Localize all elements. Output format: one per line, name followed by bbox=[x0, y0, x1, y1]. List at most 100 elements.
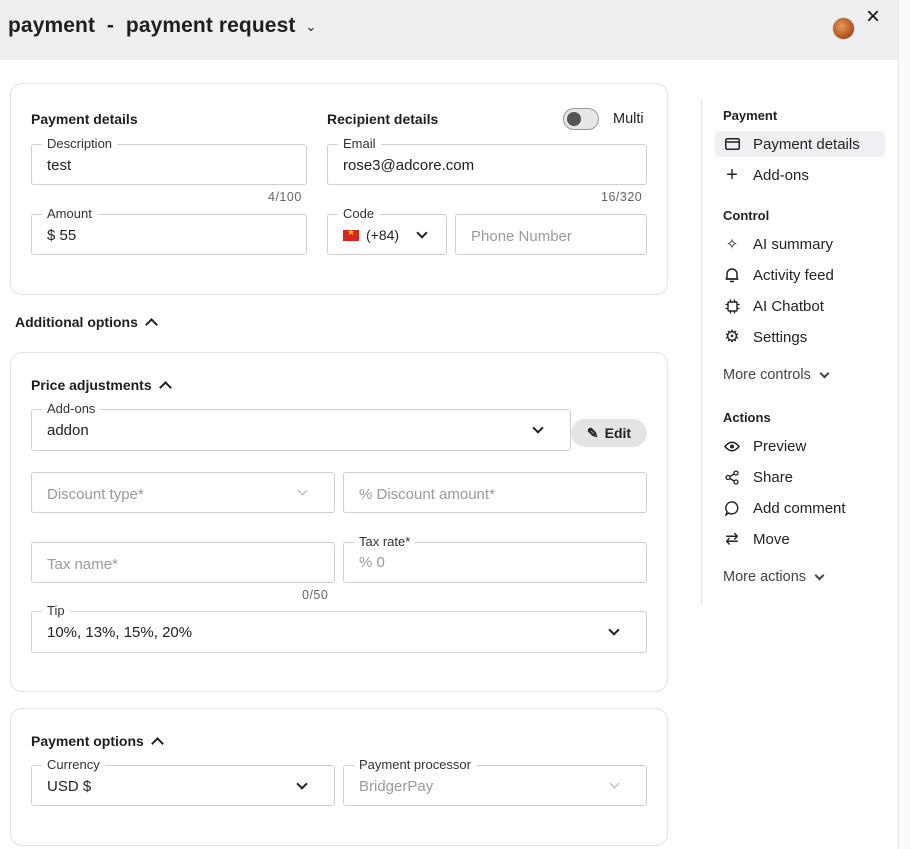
addons-value: addon bbox=[47, 422, 89, 439]
nav-label: Add-ons bbox=[753, 166, 809, 184]
avatar[interactable] bbox=[832, 17, 855, 40]
move-icon: ⇄ bbox=[725, 531, 739, 548]
amount-label: Amount bbox=[42, 206, 97, 221]
nav-label: AI Chatbot bbox=[753, 297, 824, 315]
more-controls-dropdown[interactable]: More controls bbox=[723, 367, 830, 383]
nav-label: Share bbox=[753, 468, 794, 486]
chevron-down-icon bbox=[296, 778, 308, 790]
description-counter: 4/100 bbox=[268, 190, 302, 204]
email-value: rose3@adcore.com bbox=[343, 157, 475, 174]
nav-label: Preview bbox=[753, 437, 807, 455]
nav-heading-control: Control bbox=[723, 208, 770, 223]
tax-rate-placeholder: % 0 bbox=[359, 554, 385, 571]
description-field[interactable]: Description test bbox=[31, 136, 307, 185]
plus-icon: + bbox=[726, 163, 738, 186]
discount-type-select[interactable]: Discount type* bbox=[31, 472, 335, 513]
more-actions-dropdown[interactable]: More actions bbox=[723, 569, 825, 585]
nav-label: Settings bbox=[753, 328, 808, 346]
nav-item-share[interactable]: Share bbox=[715, 464, 885, 490]
tax-rate-label: Tax rate* bbox=[354, 534, 416, 549]
nav-item-activity-feed[interactable]: Activity feed bbox=[715, 262, 885, 288]
more-controls-label: More controls bbox=[723, 367, 811, 383]
amount-field[interactable]: Amount $ 55 bbox=[31, 206, 307, 255]
chevron-down-icon bbox=[297, 485, 308, 496]
country-code-select[interactable]: Code (+84) bbox=[327, 206, 447, 255]
pencil-icon: ✎ bbox=[586, 424, 599, 441]
edit-label: Edit bbox=[604, 425, 632, 441]
tip-label: Tip bbox=[42, 603, 70, 618]
tip-select[interactable]: Tip 10%, 13%, 15%, 20% bbox=[31, 603, 647, 653]
multi-label: Multi bbox=[613, 111, 644, 127]
nav-item-ai-summary[interactable]: ✧ AI summary bbox=[715, 231, 885, 257]
nav-heading-actions: Actions bbox=[723, 410, 771, 425]
more-actions-label: More actions bbox=[723, 569, 807, 585]
nav-item-settings[interactable]: ⚙ Settings bbox=[715, 324, 885, 350]
nav-item-ai-chatbot[interactable]: AI Chatbot bbox=[715, 293, 885, 319]
chevron-down-icon bbox=[416, 227, 428, 239]
chevron-down-icon bbox=[608, 624, 620, 636]
discount-amount-input[interactable]: % Discount amount* bbox=[343, 472, 647, 513]
phone-placeholder: Phone Number bbox=[471, 228, 572, 245]
nav-heading-payment: Payment bbox=[723, 108, 778, 123]
chevron-down-icon bbox=[819, 368, 830, 378]
sparkle-icon: ✧ bbox=[725, 236, 739, 253]
processor-value: BridgerPay bbox=[359, 778, 434, 795]
nav-item-add-ons[interactable]: + Add-ons bbox=[715, 162, 885, 188]
page-title-text: payment - payment request bbox=[8, 14, 296, 37]
toggle-knob bbox=[567, 112, 581, 126]
additional-options-label: Additional options bbox=[15, 314, 138, 330]
chevron-up-icon bbox=[150, 737, 164, 750]
addons-select[interactable]: Add-ons addon bbox=[31, 401, 571, 451]
tax-rate-input[interactable]: Tax rate* % 0 bbox=[343, 534, 647, 583]
nav-label: AI summary bbox=[753, 235, 834, 253]
recipient-details-title: Recipient details bbox=[327, 111, 439, 127]
tax-name-placeholder: Tax name* bbox=[47, 556, 118, 573]
gear-icon: ⚙ bbox=[724, 327, 740, 346]
processor-label: Payment processor bbox=[354, 757, 476, 772]
chevron-down-icon bbox=[609, 778, 620, 789]
eye-icon bbox=[722, 441, 742, 452]
code-label: Code bbox=[338, 206, 380, 221]
addons-label: Add-ons bbox=[42, 401, 101, 416]
email-field[interactable]: Email rose3@adcore.com bbox=[327, 136, 647, 185]
chevron-down-icon[interactable]: ⌄ bbox=[305, 19, 316, 35]
nav-item-payment-details[interactable]: Payment details bbox=[715, 131, 885, 157]
share-icon bbox=[722, 469, 742, 485]
additional-options-toggle[interactable]: Additional options bbox=[15, 314, 158, 331]
email-label: Email bbox=[338, 136, 381, 151]
nav-label: Activity feed bbox=[753, 266, 834, 284]
currency-select[interactable]: Currency USD $ bbox=[31, 757, 335, 806]
background-page-strip bbox=[898, 0, 910, 849]
side-navigation: Payment Payment details + Add-ons Contro… bbox=[701, 100, 891, 604]
chevron-up-icon bbox=[158, 381, 172, 394]
phone-number-input[interactable]: Phone Number bbox=[455, 214, 647, 255]
bell-icon bbox=[722, 267, 742, 283]
chip-icon bbox=[722, 299, 742, 314]
nav-item-move[interactable]: ⇄ Move bbox=[715, 526, 885, 552]
vietnam-flag-icon bbox=[343, 227, 359, 241]
nav-label: Move bbox=[753, 530, 790, 548]
payment-options-label: Payment options bbox=[31, 733, 144, 749]
payment-details-title: Payment details bbox=[31, 111, 138, 127]
nav-item-preview[interactable]: Preview bbox=[715, 433, 885, 459]
nav-label: Payment details bbox=[753, 135, 860, 153]
chevron-up-icon bbox=[145, 318, 158, 331]
comment-icon bbox=[722, 500, 742, 516]
payment-options-toggle[interactable]: Payment options bbox=[31, 733, 164, 750]
tip-value: 10%, 13%, 15%, 20% bbox=[47, 624, 193, 641]
currency-value: USD $ bbox=[47, 778, 92, 795]
close-icon[interactable]: × bbox=[866, 3, 880, 31]
discount-amount-placeholder: % Discount amount* bbox=[359, 486, 495, 503]
edit-addons-button[interactable]: ✎ Edit bbox=[571, 419, 647, 447]
chevron-down-icon bbox=[814, 570, 825, 580]
page-title[interactable]: payment - payment request ⌄ bbox=[8, 14, 316, 38]
currency-label: Currency bbox=[42, 757, 105, 772]
multi-toggle[interactable] bbox=[563, 108, 599, 130]
nav-item-add-comment[interactable]: Add comment bbox=[715, 495, 885, 521]
nav-label: Add comment bbox=[753, 499, 846, 517]
price-adjustments-toggle[interactable]: Price adjustments bbox=[31, 377, 172, 394]
payment-processor-select[interactable]: Payment processor BridgerPay bbox=[343, 757, 647, 806]
tax-name-input[interactable]: Tax name* bbox=[31, 542, 335, 583]
card-icon bbox=[722, 138, 742, 150]
amount-value: $ 55 bbox=[47, 227, 77, 244]
